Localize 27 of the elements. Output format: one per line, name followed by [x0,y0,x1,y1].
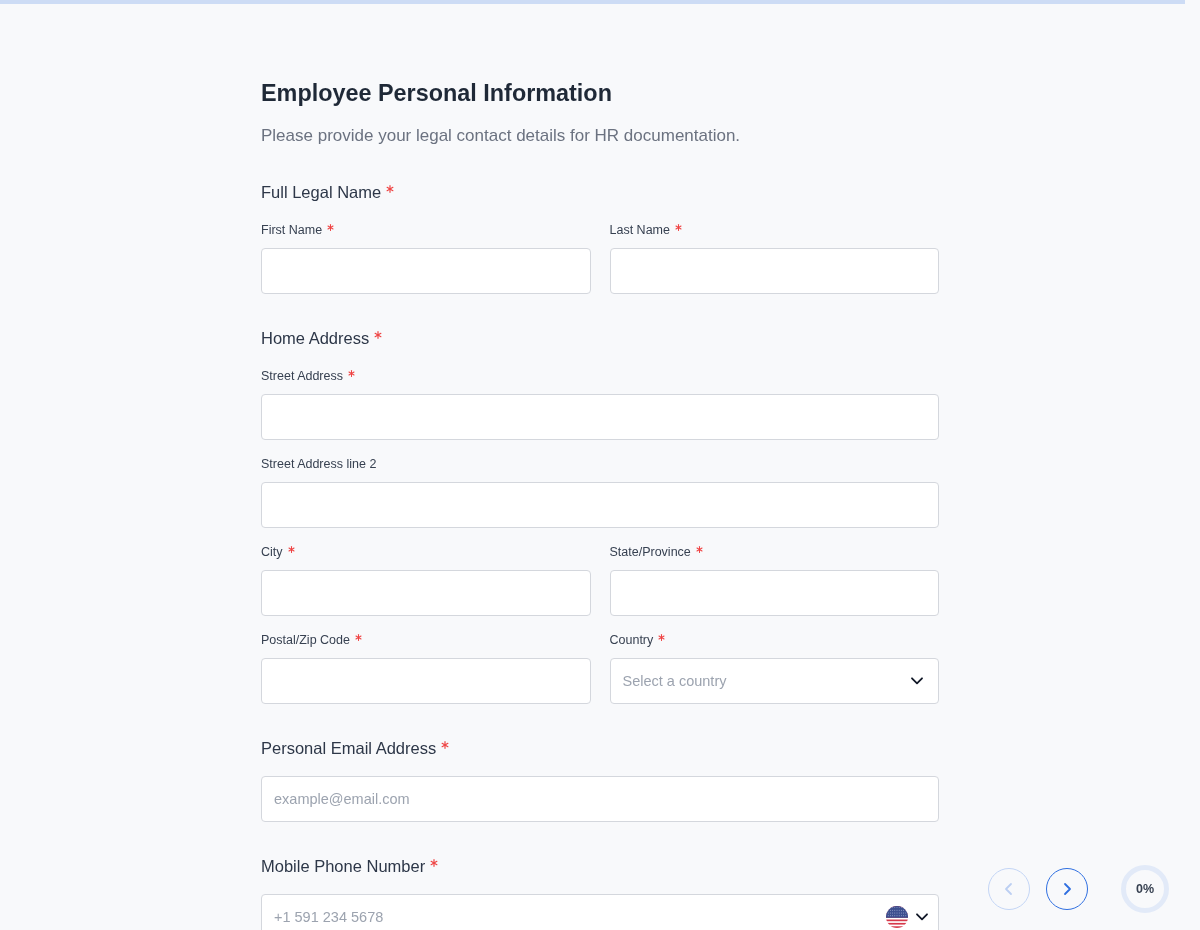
text-input[interactable] [261,394,939,440]
text-input[interactable] [261,658,591,704]
phone-input[interactable]: +1 591 234 5678 [261,894,939,930]
text-input[interactable] [609,248,939,294]
section-label: Full Legal Name [261,182,382,203]
email-input[interactable]: example@email.com [261,776,939,822]
text-input[interactable] [261,570,591,616]
text-input[interactable] [261,248,591,294]
chevron-down-icon[interactable] [911,677,923,685]
field-label: State/Province [609,544,691,560]
text-input[interactable] [261,482,939,528]
text-input[interactable] [609,570,939,616]
field-label: City [261,544,283,560]
section-label: Mobile Phone Number [261,856,426,877]
field-label: Country [609,632,654,648]
chevron-down-icon[interactable] [916,913,928,921]
field-label: First Name [261,222,323,238]
country-select[interactable]: Select a country [609,658,939,704]
section-label: Home Address [261,328,370,349]
field-label: Street Address [261,368,343,384]
form-title: Employee Personal Information [261,79,613,108]
field-label: Postal/Zip Code [261,632,350,648]
field-label: Street Address line 2 [261,456,377,472]
form-subtitle: Please provide your legal contact details for HR documentation. [261,125,742,147]
section-label: Personal Email Address [261,738,437,759]
field-label: Last Name [609,222,670,238]
progress-percent: 0% [1135,882,1155,896]
